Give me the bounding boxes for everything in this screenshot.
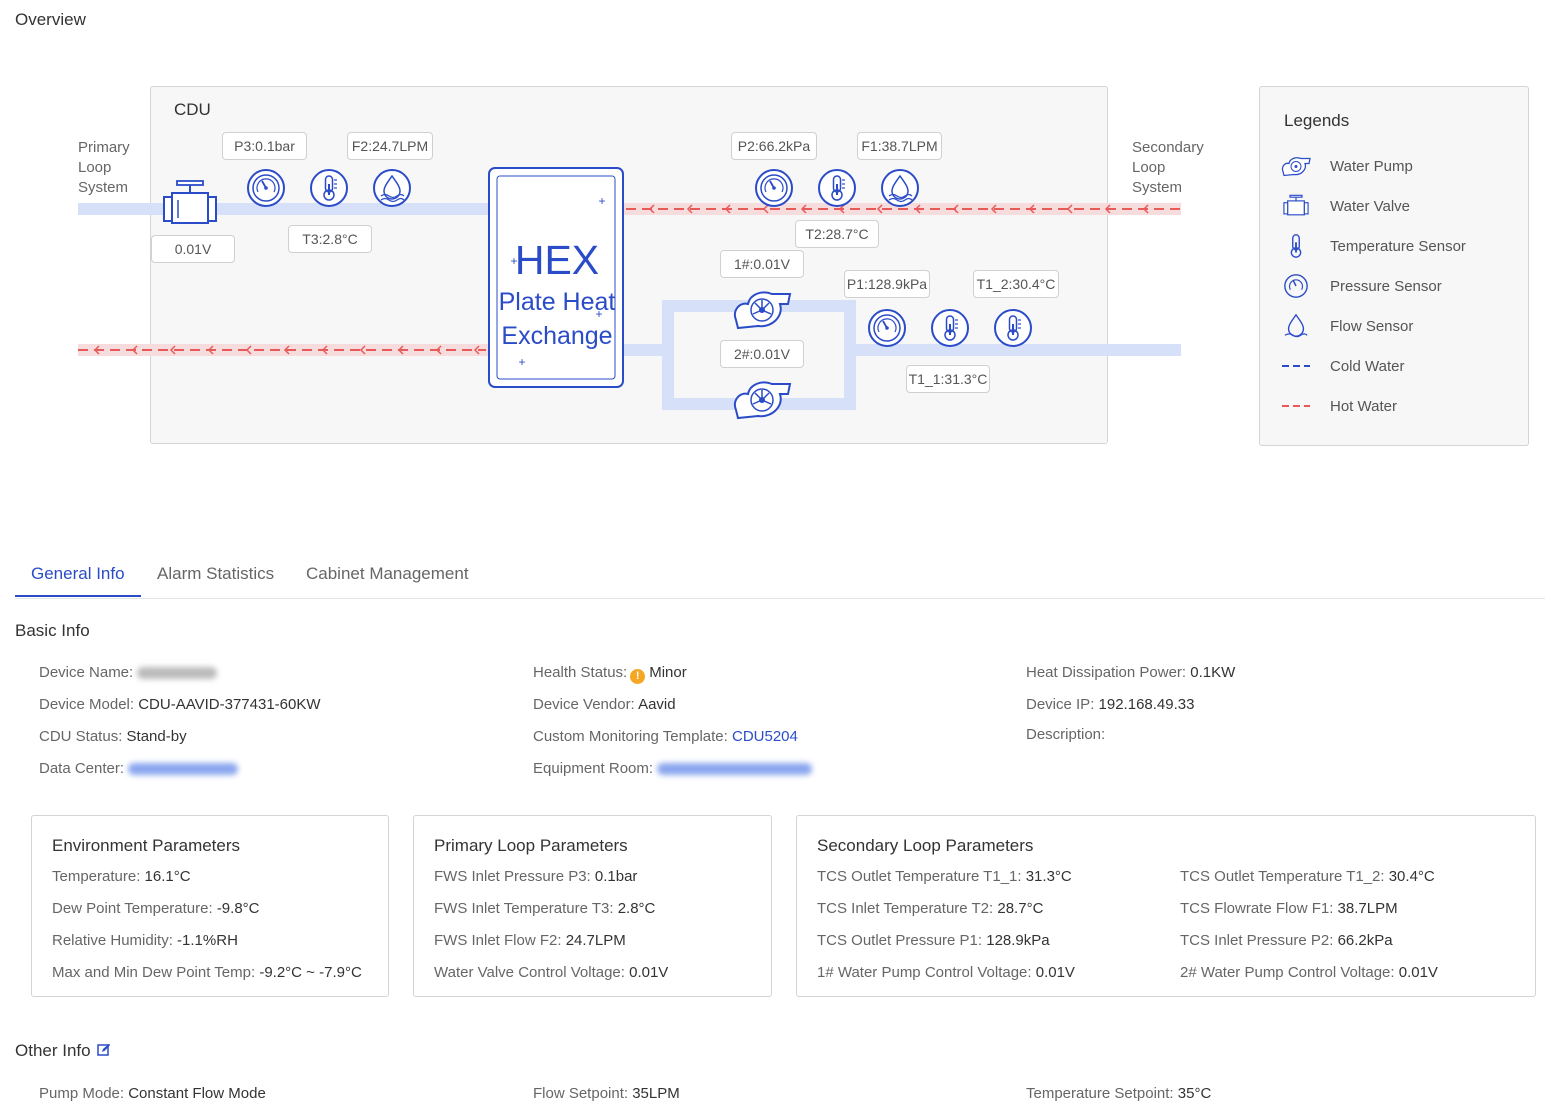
tab-alarm-statistics[interactable]: Alarm Statistics: [157, 564, 274, 584]
health-status-row: Health Status:! Minor: [533, 664, 687, 684]
hex-title: HEX: [515, 237, 599, 283]
legend-hot-water: Hot Water: [1280, 391, 1397, 421]
secondary-pump2-voltage: 2# Water Pump Control Voltage: 0.01V: [1180, 964, 1438, 981]
active-tab-indicator: [15, 595, 141, 597]
tag-p3: P3:0.1bar: [222, 132, 307, 160]
temperature-sensor-t2-icon: [818, 169, 856, 207]
legend-water-valve: Water Valve: [1280, 191, 1410, 221]
legends-panel: Legends Water Pump Water Valve Temperatu…: [1259, 86, 1529, 446]
device-vendor-row: Device Vendor: Aavid: [533, 696, 676, 713]
environment-parameters-card: Environment Parameters Temperature: 16.1…: [31, 815, 389, 997]
temperature-setpoint-row: Temperature Setpoint: 35°C: [1026, 1085, 1212, 1102]
secondary-loop-parameters-card: Secondary Loop Parameters TCS Outlet Tem…: [796, 815, 1536, 997]
env-dew-point: Dew Point Temperature: -9.8°C: [52, 900, 260, 917]
flow-sensor-f2-icon: [373, 169, 411, 207]
pressure-sensor-p1-icon: [868, 309, 906, 347]
primary-loop-parameters-card: Primary Loop Parameters FWS Inlet Pressu…: [413, 815, 772, 997]
secondary-pump1-voltage: 1# Water Pump Control Voltage: 0.01V: [817, 964, 1075, 981]
primary-p3: FWS Inlet Pressure P3: 0.1bar: [434, 868, 638, 885]
hot-water-line-icon: [1280, 391, 1312, 421]
tag-t1-1: T1_1:31.3°C: [906, 365, 990, 393]
legend-temperature-sensor: Temperature Sensor: [1280, 231, 1466, 261]
cold-water-line-icon: [1280, 351, 1312, 381]
tag-t1-2: T1_2:30.4°C: [973, 270, 1059, 298]
tag-t2: T2:28.7°C: [795, 220, 879, 248]
monitoring-template-link[interactable]: CDU5204: [732, 728, 798, 745]
water-pump-1-icon: [733, 291, 791, 329]
hex-line1: Plate Heat: [499, 288, 616, 316]
legend-water-pump: Water Pump: [1280, 151, 1413, 181]
primary-valve-voltage: Water Valve Control Voltage: 0.01V: [434, 964, 669, 981]
pressure-sensor-icon: [1280, 271, 1312, 301]
tag-valve: 0.01V: [151, 235, 235, 263]
legend-flow-sensor: Flow Sensor: [1280, 311, 1413, 341]
device-name-row: Device Name:: [39, 664, 218, 681]
svg-text:+: +: [598, 194, 605, 208]
pressure-sensor-p2-icon: [755, 169, 793, 207]
description-row: Description:: [1026, 726, 1106, 743]
env-dew-point-range: Max and Min Dew Point Temp: -9.2°C ~ -7.…: [52, 964, 362, 981]
equipment-room-link-redacted[interactable]: [657, 763, 813, 776]
device-name-redacted: [137, 667, 218, 680]
hex-line2: Exchange: [501, 322, 612, 350]
warning-icon: !: [630, 669, 646, 684]
water-valve-icon: [163, 180, 217, 224]
tag-pump2: 2#:0.01V: [720, 340, 804, 368]
tab-general-info[interactable]: General Info: [31, 564, 125, 584]
tag-pump1: 1#:0.01V: [720, 250, 804, 278]
legend-cold-water: Cold Water: [1280, 351, 1404, 381]
secondary-t2: TCS Inlet Temperature T2: 28.7°C: [817, 900, 1044, 917]
secondary-f1: TCS Flowrate Flow F1: 38.7LPM: [1180, 900, 1398, 917]
legend-pressure-sensor: Pressure Sensor: [1280, 271, 1442, 301]
secondary-t1-1: TCS Outlet Temperature T1_1: 31.3°C: [817, 868, 1072, 885]
data-center-row: Data Center:: [39, 760, 239, 777]
flow-setpoint-row: Flow Setpoint: 35LPM: [533, 1085, 680, 1102]
primary-f2: FWS Inlet Flow F2: 24.7LPM: [434, 932, 626, 949]
tag-f2: F2:24.7LPM: [347, 132, 433, 160]
temperature-sensor-t1-1-icon: [931, 309, 969, 347]
tag-p2: P2:66.2kPa: [731, 132, 817, 160]
water-pump-2-icon: [733, 381, 791, 419]
data-center-link-redacted[interactable]: [128, 763, 239, 776]
secondary-t1-2: TCS Outlet Temperature T1_2: 30.4°C: [1180, 868, 1435, 885]
tab-cabinet-management[interactable]: Cabinet Management: [306, 564, 469, 584]
heat-power-row: Heat Dissipation Power: 0.1KW: [1026, 664, 1236, 681]
svg-text:+: +: [518, 355, 525, 369]
legends-title: Legends: [1284, 111, 1350, 130]
edit-icon[interactable]: [97, 1042, 111, 1062]
detail-tabs: General Info Alarm Statistics Cabinet Ma…: [15, 556, 1545, 599]
device-model-row: Device Model: CDU-AAVID-377431-60KW: [39, 696, 321, 713]
env-temperature: Temperature: 16.1°C: [52, 868, 191, 885]
pump-mode-row: Pump Mode: Constant Flow Mode: [39, 1085, 266, 1102]
temperature-sensor-t1-2-icon: [994, 309, 1032, 347]
monitoring-template-row: Custom Monitoring Template: CDU5204: [533, 728, 798, 745]
cdu-status-row: CDU Status: Stand-by: [39, 728, 187, 745]
device-ip-row: Device IP: 192.168.49.33: [1026, 696, 1195, 713]
flow-sensor-f1-icon: [881, 169, 919, 207]
tag-p1: P1:128.9kPa: [844, 270, 930, 298]
pressure-sensor-p3-icon: [247, 169, 285, 207]
primary-t3: FWS Inlet Temperature T3: 2.8°C: [434, 900, 656, 917]
env-humidity: Relative Humidity: -1.1%RH: [52, 932, 238, 949]
water-pump-icon: [1280, 151, 1312, 181]
water-valve-icon: [1280, 191, 1312, 221]
tag-t3: T3:2.8°C: [288, 225, 372, 253]
basic-info-title: Basic Info: [15, 621, 90, 640]
temperature-sensor-icon: [1280, 231, 1312, 261]
equipment-room-row: Equipment Room:: [533, 760, 813, 777]
cold-pipe-primary-in: [78, 203, 490, 215]
secondary-p2: TCS Inlet Pressure P2: 66.2kPa: [1180, 932, 1393, 949]
other-info-title: Other Info: [15, 1041, 111, 1062]
flow-sensor-icon: [1280, 311, 1312, 341]
secondary-p1: TCS Outlet Pressure P1: 128.9kPa: [817, 932, 1050, 949]
temperature-sensor-t3-icon: [310, 169, 348, 207]
tag-f1: F1:38.7LPM: [857, 132, 942, 160]
